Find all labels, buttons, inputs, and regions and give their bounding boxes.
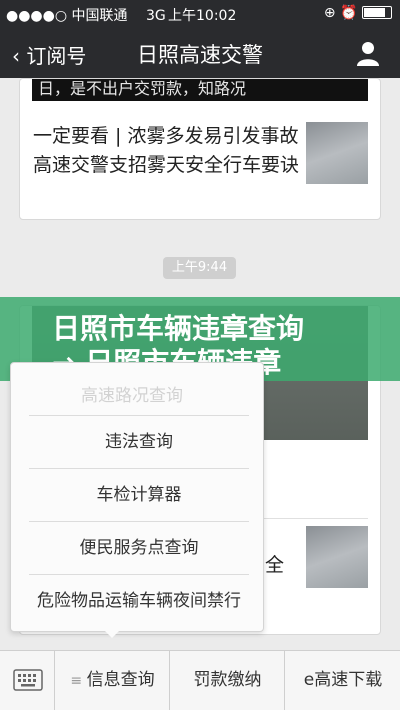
keyboard-toggle[interactable] xyxy=(0,651,55,710)
menu-item-violation-query[interactable]: 违法查询 xyxy=(29,415,249,467)
card-image-strip: 日，是不出户交罚款，知路况 xyxy=(32,79,368,101)
article-thumbnail xyxy=(306,526,368,588)
tab-fine-payment[interactable]: 罚款缴纳 xyxy=(171,651,285,710)
bottom-menu-bar: ≡ 信息查询 罚款缴纳 e高速下载 xyxy=(0,650,400,710)
page-title: 日照高速交警 xyxy=(137,43,263,67)
menu-item-hazmat-night-ban[interactable]: 危险物品运输车辆夜间禁行 xyxy=(29,574,249,626)
menu-icon: ≡ xyxy=(70,673,87,689)
popup-menu: 高速路况查询 违法查询 车检计算器 便民服务点查询 危险物品运输车辆夜间禁行 xyxy=(10,362,264,632)
network-type: 3G xyxy=(146,8,166,24)
popup-item-partial[interactable]: 高速路况查询 xyxy=(81,381,183,406)
tab-label: 信息查询 xyxy=(86,670,155,690)
overlay-line-2: 知路况 xyxy=(265,476,323,498)
status-left: ●●●●○ 中国联通 3G xyxy=(6,5,166,25)
popup-arrow xyxy=(104,630,120,638)
status-icons: ⊕ ⏰ xyxy=(323,5,358,21)
card-overlay-text: 微信平 知路况 xyxy=(265,444,322,502)
message-card[interactable]: 日，是不出户交罚款，知路况 一定要看 | 浓雾多发易引发事故 高速交警支招雾天安… xyxy=(19,78,381,220)
signal-strength: ●●●●○ xyxy=(6,8,68,24)
nav-bar: ‹ 订阅号 日照高速交警 xyxy=(0,28,400,78)
article-thumbnail xyxy=(306,122,368,184)
carrier-name: 中国联通 xyxy=(71,8,128,24)
menu-item-service-points[interactable]: 便民服务点查询 xyxy=(29,521,249,573)
article-title[interactable]: 一定要看 | 浓雾多发易引发事故 高速交警支招雾天安全行车要诀 xyxy=(33,122,303,180)
article-title[interactable]: 全 xyxy=(265,551,284,580)
tab-label: e高速下载 xyxy=(303,670,383,690)
battery-icon xyxy=(362,6,392,19)
overlay-line-1: 微信平 xyxy=(265,447,323,469)
tab-app-download[interactable]: e高速下载 xyxy=(286,651,400,710)
profile-icon[interactable] xyxy=(356,40,380,66)
keyboard-icon xyxy=(13,669,43,691)
status-time: 上午10:02 xyxy=(168,8,237,24)
status-right: ⊕ ⏰ xyxy=(324,5,392,21)
status-bar: ●●●●○ 中国联通 3G 上午10:02 ⊕ ⏰ xyxy=(0,0,400,28)
tab-info-query[interactable]: ≡ 信息查询 xyxy=(56,651,170,710)
menu-item-inspection-calculator[interactable]: 车检计算器 xyxy=(29,468,249,520)
tab-label: 罚款缴纳 xyxy=(193,670,262,690)
timestamp-badge: 上午9:44 xyxy=(163,257,236,279)
